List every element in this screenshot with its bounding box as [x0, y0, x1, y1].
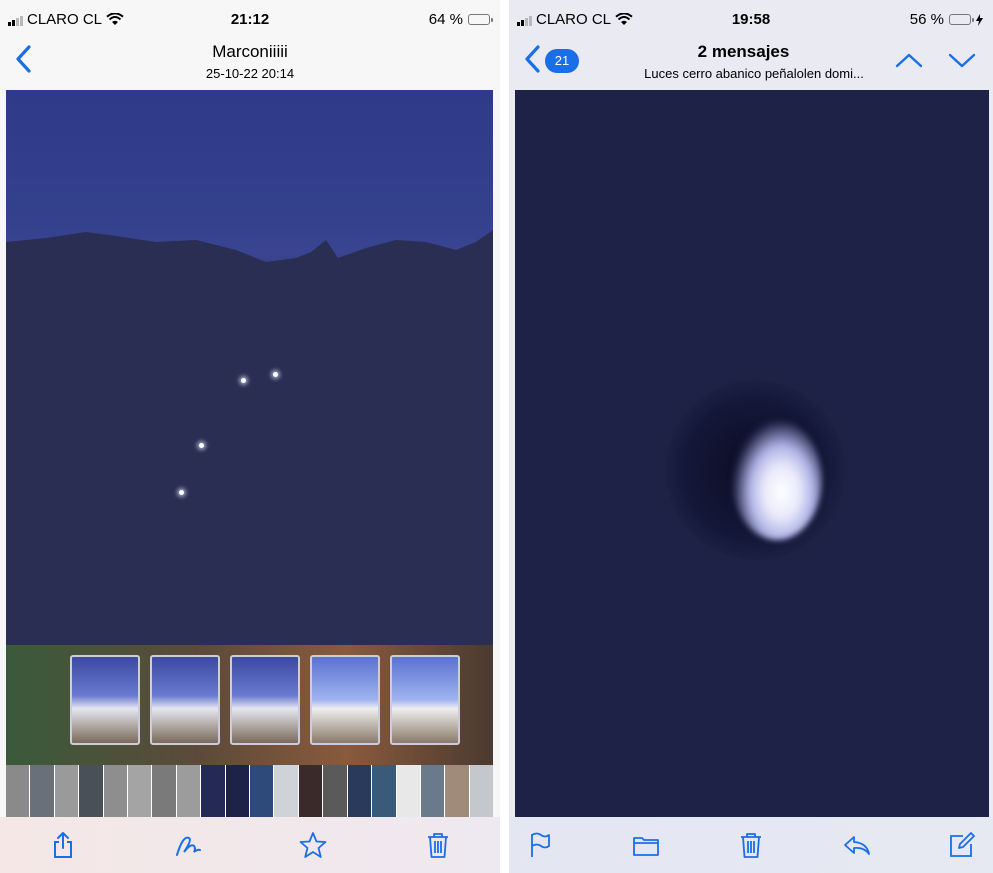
flag-icon[interactable] [525, 830, 555, 860]
photos-screen: CLARO CL 21:12 64 % Marconiiiii 25-10-22… [0, 0, 500, 873]
reply-icon[interactable] [842, 830, 872, 860]
light-dot [199, 443, 204, 448]
markup-icon[interactable] [173, 830, 203, 860]
strip-thumb[interactable] [225, 765, 250, 817]
status-bar: CLARO CL 21:12 64 % [0, 0, 500, 38]
chevron-down-icon[interactable] [947, 50, 977, 70]
chevron-up-icon[interactable] [894, 50, 924, 70]
thread-subject: Luces cerro abanico peñalolen domi... [644, 66, 864, 81]
light-dot [241, 378, 246, 383]
photo-toolbar [0, 817, 500, 873]
light-dot [179, 490, 184, 495]
attached-image[interactable] [515, 90, 989, 817]
light-dot [273, 372, 278, 377]
battery-percent: 64 % [428, 11, 463, 28]
strip-thumb[interactable] [152, 765, 176, 817]
strip-thumb[interactable] [347, 765, 372, 817]
preview-thumbnails [70, 655, 460, 745]
battery-percent: 56 % [909, 11, 944, 28]
strip-thumb[interactable] [298, 765, 323, 817]
battery-status: 56 % [910, 11, 983, 28]
mountain-silhouette [6, 230, 493, 650]
folder-icon[interactable] [631, 830, 661, 860]
preview-thumbnail[interactable] [310, 655, 380, 745]
battery-icon [949, 14, 974, 25]
strip-thumb[interactable] [6, 765, 30, 817]
preview-thumbnail[interactable] [390, 655, 460, 745]
photo-viewer[interactable] [6, 90, 493, 765]
strip-thumb[interactable] [469, 765, 493, 817]
battery-status: 64 % [428, 11, 493, 28]
preview-thumbnail[interactable] [70, 655, 140, 745]
photo-date: 25-10-22 20:14 [205, 66, 295, 81]
battery-icon [468, 14, 493, 25]
strip-thumb[interactable] [372, 765, 396, 817]
strip-thumb[interactable] [445, 765, 469, 817]
charging-bolt-icon [976, 13, 983, 26]
thumbnail-strip[interactable] [6, 765, 493, 817]
clock: 21:12 [230, 11, 270, 28]
unread-badge[interactable]: 21 [545, 49, 579, 73]
strip-thumb[interactable] [30, 765, 54, 817]
strip-thumb[interactable] [176, 765, 201, 817]
trash-icon[interactable] [736, 830, 766, 860]
strip-thumb[interactable] [396, 765, 420, 817]
strip-thumb[interactable] [79, 765, 103, 817]
strip-thumb[interactable] [274, 765, 298, 817]
compose-icon[interactable] [947, 830, 977, 860]
strip-thumb[interactable] [128, 765, 152, 817]
mail-toolbar [509, 817, 993, 873]
strip-thumb[interactable] [323, 765, 347, 817]
share-icon[interactable] [48, 830, 78, 860]
status-bar: CLARO CL 19:58 56 % [509, 0, 993, 38]
blurred-light [732, 420, 822, 540]
preview-thumbnail[interactable] [150, 655, 220, 745]
strip-thumb[interactable] [420, 765, 445, 817]
nav-bar: 21 2 mensajes Luces cerro abanico peñalo… [509, 38, 993, 90]
strip-thumb[interactable] [201, 765, 225, 817]
strip-thumb[interactable] [54, 765, 79, 817]
strip-thumb[interactable] [103, 765, 128, 817]
back-chevron-icon[interactable] [521, 44, 545, 74]
star-icon[interactable] [298, 830, 328, 860]
mail-screen: CLARO CL 19:58 56 % 21 2 mensajes Luces … [509, 0, 993, 873]
thread-title: 2 mensajes [697, 42, 790, 61]
nav-bar: Marconiiiii 25-10-22 20:14 [0, 38, 500, 90]
strip-thumb[interactable] [250, 765, 274, 817]
preview-thumbnail[interactable] [230, 655, 300, 745]
album-title: Marconiiiii [212, 42, 288, 61]
trash-icon[interactable] [423, 830, 453, 860]
